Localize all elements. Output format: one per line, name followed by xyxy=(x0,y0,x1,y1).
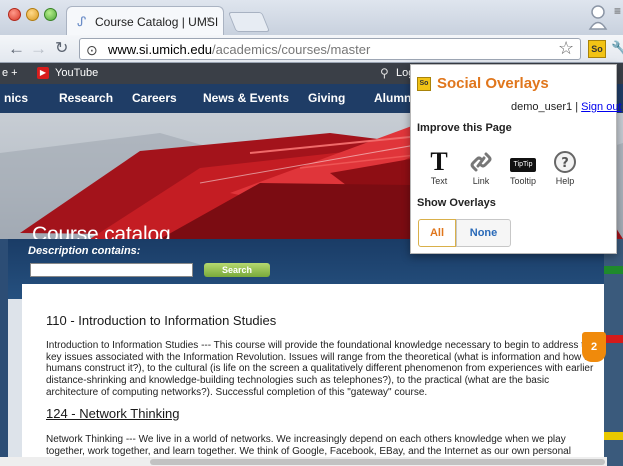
course-description: Network Thinking --- We live in a world … xyxy=(46,434,571,457)
show-overlays-heading: Show Overlays xyxy=(417,197,496,209)
bookmark-item-partial[interactable]: e + xyxy=(2,67,18,79)
bookmark-star-icon[interactable]: ☆ xyxy=(558,38,574,59)
page-info-icon[interactable]: ⊙ xyxy=(86,42,98,59)
social-overlays-popup: So Social Overlays demo_user1 | Sign out… xyxy=(410,64,622,254)
horizontal-scrollbar-thumb[interactable] xyxy=(150,459,605,465)
popup-title: Social Overlays xyxy=(437,75,549,92)
help-icon: ? xyxy=(543,148,587,176)
address-bar[interactable]: ⊙ www.si.umich.edu/academics/courses/mas… xyxy=(79,38,581,60)
profile-avatar-icon[interactable] xyxy=(588,4,608,30)
search-button[interactable]: Search xyxy=(204,263,270,277)
browser-toolbar: ← → ↻ ⊙ www.si.umich.edu/academics/cours… xyxy=(0,35,623,63)
user-separator: | xyxy=(572,101,582,113)
nav-giving[interactable]: Giving xyxy=(308,91,345,105)
social-overlays-extension-button[interactable]: So xyxy=(588,40,606,58)
link-icon xyxy=(459,148,503,176)
reload-icon[interactable]: ↻ xyxy=(55,39,68,59)
help-tool-button[interactable]: ? Help xyxy=(543,148,587,196)
youtube-icon: ▶ xyxy=(37,67,49,79)
help-tool-label: Help xyxy=(555,176,575,186)
link-tool-button[interactable]: Link xyxy=(459,148,503,196)
tab-course-catalog[interactable]: ᔑ Course Catalog | UMSI × xyxy=(66,6,224,35)
window-zoom-button[interactable] xyxy=(44,8,57,21)
description-search-input[interactable] xyxy=(30,263,193,277)
username: demo_user1 xyxy=(511,101,573,113)
nav-careers[interactable]: Careers xyxy=(132,91,177,105)
social-overlays-logo-icon: So xyxy=(417,77,431,91)
tooltip-tool-label: Tooltip xyxy=(509,176,536,186)
overlay-marker-green[interactable] xyxy=(604,266,623,274)
forward-arrow-icon[interactable]: → xyxy=(30,39,47,59)
link-tool-label: Link xyxy=(472,176,490,186)
text-tool-label: Text xyxy=(430,176,448,186)
show-none-button[interactable]: None xyxy=(456,219,511,247)
overlay-marker-yellow[interactable] xyxy=(604,432,623,440)
user-info: demo_user1 | Sign out xyxy=(511,101,622,113)
tab-close-icon[interactable]: × xyxy=(206,13,213,27)
umsi-favicon-icon: ᔑ xyxy=(77,14,87,29)
course-list: 110 - Introduction to Information Studie… xyxy=(22,284,604,466)
text-tool-button[interactable]: T Text xyxy=(417,148,461,196)
url-text[interactable]: www.si.umich.edu/academics/courses/maste… xyxy=(108,42,370,57)
window-close-button[interactable] xyxy=(8,8,21,21)
back-arrow-icon[interactable]: ← xyxy=(8,39,25,59)
tiptip-badge: TipTip xyxy=(509,158,537,172)
window-minimize-button[interactable] xyxy=(26,8,39,21)
bookmark-youtube[interactable]: YouTube xyxy=(55,67,98,79)
course-title-link[interactable]: 124 - Network Thinking xyxy=(46,406,179,421)
description-search-label: Description contains: xyxy=(28,245,141,257)
nav-news-events[interactable]: News & Events xyxy=(203,91,289,105)
url-path: /academics/courses/master xyxy=(212,42,371,57)
new-tab-button[interactable] xyxy=(227,12,271,32)
course-description: Introduction to Information Studies --- … xyxy=(46,340,596,398)
window-menu-icon[interactable]: ≡ xyxy=(614,4,621,18)
overlay-marker-red[interactable] xyxy=(604,335,623,343)
nav-academics[interactable]: nics xyxy=(4,91,28,105)
browser-window: ᔑ Course Catalog | UMSI × ≡ ← → ↻ ⊙ www.… xyxy=(0,0,623,466)
tab-title: Course Catalog | UMSI xyxy=(95,15,219,29)
tooltip-tool-icon: TipTip xyxy=(501,148,545,176)
wrench-icon[interactable]: 🔧 xyxy=(611,40,623,57)
bookmark-log-icon: ⚲ xyxy=(380,66,389,80)
course-title: 110 - Introduction to Information Studie… xyxy=(46,313,277,328)
nav-research[interactable]: Research xyxy=(59,91,113,105)
tab-strip: ᔑ Course Catalog | UMSI × ≡ xyxy=(0,0,623,35)
overlay-count-badge[interactable]: 2 xyxy=(582,332,606,362)
tooltip-tool-button[interactable]: TipTip Tooltip xyxy=(501,148,545,196)
sign-out-link[interactable]: Sign out xyxy=(581,101,621,113)
svg-text:?: ? xyxy=(561,156,569,171)
nav-alumni[interactable]: Alumn xyxy=(374,91,411,105)
left-page-border xyxy=(0,239,8,466)
url-domain: www.si.umich.edu xyxy=(108,42,213,57)
text-tool-icon: T xyxy=(430,147,448,176)
improve-page-heading: Improve this Page xyxy=(417,122,512,134)
show-all-button[interactable]: All xyxy=(418,219,456,247)
